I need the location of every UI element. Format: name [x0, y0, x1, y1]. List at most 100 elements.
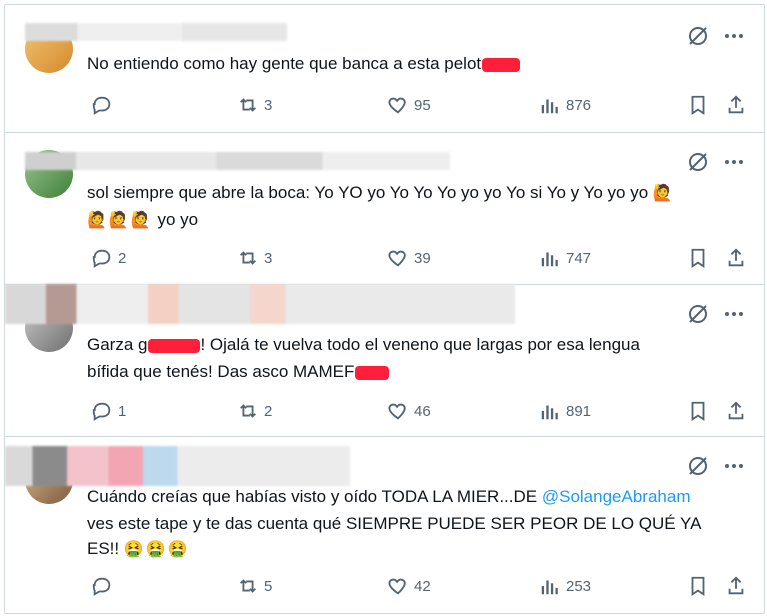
reply-button[interactable] — [91, 93, 118, 117]
views-button[interactable]: 253 — [539, 574, 591, 598]
like-button[interactable]: 39 — [387, 246, 431, 270]
share-button[interactable] — [725, 93, 752, 117]
redaction-mark — [148, 338, 201, 353]
reply-post[interactable]: Garza g ! Ojalá te vuelva todo el veneno … — [5, 284, 764, 437]
post-text: Garza g ! Ojalá te vuelva todo el veneno … — [87, 332, 640, 357]
share-button[interactable] — [725, 399, 752, 423]
view-count: 747 — [566, 249, 592, 267]
post-text-line: yo yo — [157, 210, 199, 229]
post-text-line: Cuándo creías que habías visto y oído TO… — [87, 487, 538, 506]
bookmark-icon — [691, 95, 705, 115]
more-icon[interactable] — [722, 454, 746, 478]
views-icon — [541, 99, 558, 114]
nauseated-face-emoji: 🤮 — [167, 541, 188, 558]
share-icon — [728, 95, 744, 114]
more-icon[interactable] — [722, 150, 746, 174]
bookmark-button[interactable] — [687, 399, 714, 423]
repost-button[interactable]: 3 — [237, 93, 272, 117]
share-button[interactable] — [725, 574, 752, 598]
bookmark-icon — [691, 576, 705, 596]
views-icon — [541, 252, 558, 267]
blurred-username — [5, 446, 350, 486]
grok-icon[interactable] — [686, 302, 710, 326]
share-icon — [728, 248, 744, 267]
post-text: sol siempre que abre la boca: Yo YO yo Y… — [87, 180, 675, 205]
more-icon[interactable] — [722, 302, 746, 326]
post-text: 🙋 🙋 🙋 yo yo — [87, 207, 198, 232]
bookmark-button[interactable] — [687, 246, 714, 270]
repost-count: 3 — [264, 96, 273, 114]
mention-link[interactable]: @SolangeAbraham — [542, 487, 691, 506]
repost-icon — [240, 404, 256, 418]
repost-icon — [240, 98, 256, 112]
view-count: 876 — [566, 96, 592, 114]
post-text: bífida que tenés! Das asco MAMEF — [87, 359, 390, 384]
repost-icon — [240, 579, 256, 593]
reply-post[interactable]: Cuándo creías que habías visto y oído TO… — [5, 436, 764, 613]
like-count: 46 — [414, 402, 431, 420]
post-text-line: bífida que tenés! Das asco MAMEF — [87, 362, 355, 381]
post-text: ES!! 🤮 🤮 🤮 — [87, 536, 190, 561]
post-top-actions — [686, 24, 746, 48]
reply-button[interactable] — [91, 574, 118, 598]
view-count: 891 — [566, 402, 592, 420]
post-text: No entiendo como hay gente que banca a e… — [87, 51, 521, 76]
like-button[interactable]: 42 — [387, 574, 431, 598]
post-text-line: No entiendo como hay gente que banca a e… — [87, 54, 482, 73]
grok-icon[interactable] — [686, 150, 710, 174]
redaction-mark — [355, 365, 390, 380]
heart-icon — [388, 578, 406, 595]
views-button[interactable]: 891 — [539, 399, 591, 423]
reply-button[interactable]: 2 — [91, 246, 126, 270]
action-bar: 5 42 253 — [91, 574, 744, 598]
reply-post[interactable]: No entiendo como hay gente que banca a e… — [5, 5, 764, 133]
views-button[interactable]: 876 — [539, 93, 591, 117]
reply-thread: No entiendo como hay gente que banca a e… — [4, 4, 765, 614]
post-text-line: ES!! — [87, 539, 120, 558]
blurred-username — [25, 23, 287, 41]
repost-button[interactable]: 3 — [237, 246, 272, 270]
bookmark-icon — [691, 248, 705, 268]
like-count: 42 — [414, 577, 431, 595]
share-icon — [728, 576, 744, 595]
reply-icon — [92, 577, 111, 596]
reply-count: 2 — [118, 249, 127, 267]
heart-icon — [388, 250, 406, 267]
person-emoji: 🙋 — [87, 212, 107, 229]
reply-button[interactable]: 1 — [91, 399, 126, 423]
post-text: Cuándo creías que habías visto y oído TO… — [87, 484, 691, 509]
reply-icon — [92, 249, 111, 268]
like-button[interactable]: 95 — [387, 93, 431, 117]
post-top-actions — [686, 150, 746, 174]
person-emoji: 🙋 — [652, 185, 673, 202]
bookmark-icon — [691, 401, 705, 421]
like-button[interactable]: 46 — [387, 399, 431, 423]
heart-icon — [388, 97, 406, 114]
post-text-line: Garza g — [87, 335, 148, 354]
reply-count: 1 — [118, 402, 127, 420]
share-button[interactable] — [725, 246, 752, 270]
grok-icon[interactable] — [686, 454, 710, 478]
repost-count: 5 — [264, 577, 273, 595]
like-count: 95 — [414, 96, 431, 114]
repost-button[interactable]: 2 — [237, 399, 272, 423]
reply-post[interactable]: sol siempre que abre la boca: Yo YO yo Y… — [5, 132, 764, 285]
grok-icon[interactable] — [686, 24, 710, 48]
bookmark-button[interactable] — [687, 93, 714, 117]
views-button[interactable]: 747 — [539, 246, 591, 270]
repost-count: 3 — [264, 249, 273, 267]
nauseated-face-emoji: 🤮 — [145, 541, 166, 558]
bookmark-button[interactable] — [687, 574, 714, 598]
action-bar: 1 2 46 891 — [91, 399, 744, 423]
views-icon — [541, 405, 558, 420]
view-count: 253 — [566, 577, 592, 595]
post-text-line: ! Ojalá te vuelva todo el veneno que lar… — [200, 335, 640, 354]
action-bar: 2 3 39 747 — [91, 246, 744, 270]
action-bar: 3 95 876 — [91, 93, 744, 117]
reply-icon — [92, 96, 111, 115]
views-icon — [541, 580, 558, 595]
more-icon[interactable] — [722, 24, 746, 48]
post-text-line: ves este tape y te das cuenta qué SIEMPR… — [87, 514, 702, 533]
repost-button[interactable]: 5 — [237, 574, 272, 598]
blurred-username — [25, 152, 450, 170]
